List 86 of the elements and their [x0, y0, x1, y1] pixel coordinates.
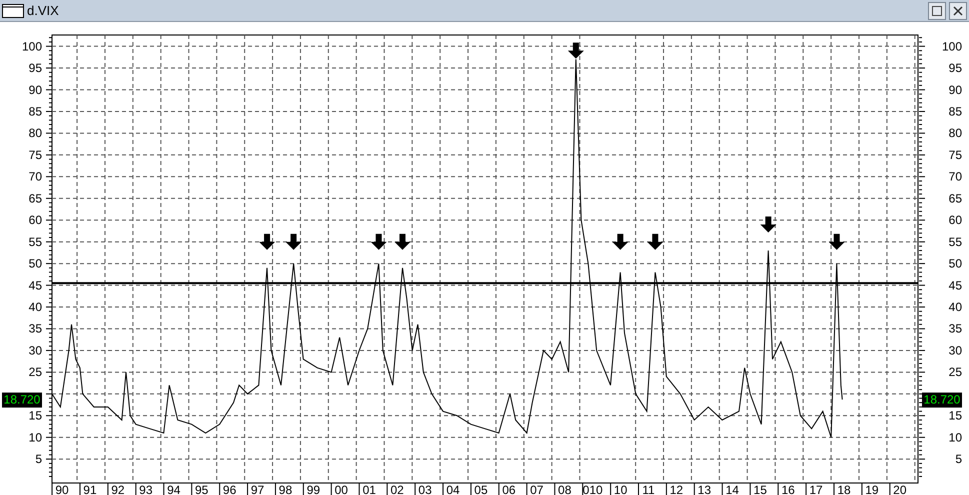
down-arrow-icon — [612, 234, 628, 250]
axis-label: 07 — [530, 483, 544, 495]
axis-label: 80 — [948, 126, 962, 140]
axis-label: 65 — [28, 191, 42, 206]
axis-label: 02 — [390, 483, 404, 495]
axis-label: 25 — [28, 365, 42, 380]
axis-label: 30 — [28, 343, 42, 358]
axis-label: 25 — [948, 365, 962, 380]
axis-label: 04 — [446, 483, 460, 495]
axis-label: 85 — [948, 104, 962, 118]
axis-label: 19 — [865, 483, 879, 495]
down-arrow-icon — [394, 234, 410, 250]
axis-label: 100 — [22, 39, 42, 54]
axis-label: 20 — [893, 483, 907, 495]
axis-label: 15 — [754, 483, 767, 495]
axis-label: 90 — [948, 82, 962, 97]
axis-label: 93 — [139, 483, 153, 495]
axis-label: 98 — [278, 483, 292, 495]
value-badge: 18.720 — [2, 392, 42, 408]
down-arrow-icon — [259, 234, 276, 250]
axis-label: 95 — [948, 61, 962, 76]
down-arrow-icon — [647, 234, 664, 250]
axis-label: 15 — [28, 408, 42, 423]
close-icon — [953, 6, 963, 16]
axis-label: 50 — [948, 256, 962, 271]
maximize-button[interactable] — [928, 2, 946, 20]
axis-label: 10 — [28, 430, 42, 444]
axis-label: 35 — [28, 322, 42, 336]
axis-label: 70 — [948, 170, 962, 184]
close-button[interactable] — [949, 2, 967, 20]
axis-label: 17 — [809, 483, 823, 495]
axis-label: 99 — [306, 483, 320, 495]
axis-label: 91 — [83, 483, 97, 495]
axis-label: 010 — [582, 483, 603, 495]
down-arrow-icon — [828, 234, 845, 250]
axis-label: 100 — [942, 39, 962, 54]
axis-label: 14 — [726, 483, 739, 495]
axis-label: 90 — [55, 483, 69, 495]
axis-label: 80 — [28, 126, 42, 140]
axis-label: 40 — [28, 300, 42, 314]
down-arrow-icon — [370, 234, 387, 250]
axis-label: 94 — [167, 483, 180, 495]
axis-label: 60 — [28, 213, 42, 228]
down-arrow-icon — [760, 216, 776, 232]
axis-label: 01 — [362, 483, 376, 495]
axis-label: 60 — [948, 213, 962, 228]
axis-label: 08 — [558, 483, 572, 495]
axis-label: 85 — [28, 104, 42, 118]
axis-label: 10 — [948, 430, 962, 444]
axis-label: 96 — [222, 483, 236, 495]
axis-label: 30 — [948, 343, 962, 358]
axis-label: 55 — [948, 234, 962, 249]
axis-label: 03 — [418, 483, 432, 495]
value-badge: 18.720 — [922, 392, 962, 408]
axis-label: 15 — [948, 408, 962, 423]
axis-label: 92 — [111, 483, 125, 495]
axis-label: 90 — [28, 82, 42, 97]
axis-label: 06 — [502, 483, 516, 495]
axis-label: 5 — [35, 452, 42, 466]
axis-label: 97 — [250, 483, 264, 495]
axis-label: 10 — [614, 483, 628, 495]
down-arrow-icon — [568, 42, 584, 59]
axis-label: 50 — [28, 256, 42, 271]
axis-label: 11 — [642, 483, 655, 495]
axis-label: 75 — [948, 148, 962, 162]
window-icon — [2, 4, 24, 18]
axis-label: 70 — [28, 170, 42, 184]
axis-label: 95 — [28, 61, 42, 76]
axis-label: 40 — [948, 300, 962, 314]
axis-label: 55 — [28, 234, 42, 249]
axis-label: 95 — [195, 483, 208, 495]
down-arrow-icon — [286, 234, 302, 250]
axis-label: 13 — [698, 483, 712, 495]
axis-label: 12 — [670, 483, 684, 495]
axis-label: 35 — [948, 322, 962, 336]
square-icon — [932, 6, 942, 16]
axis-label: 75 — [28, 148, 42, 162]
axis-label: 45 — [28, 278, 42, 292]
window-title: d.VIX — [27, 3, 60, 18]
axis-label: 16 — [781, 483, 795, 495]
axis-label: 45 — [948, 278, 962, 292]
axis-label: 65 — [948, 191, 962, 206]
axis-label: 00 — [334, 483, 348, 495]
axis-label: 05 — [474, 483, 488, 495]
axis-label: 5 — [955, 452, 962, 466]
axis-label: 18 — [837, 483, 851, 495]
